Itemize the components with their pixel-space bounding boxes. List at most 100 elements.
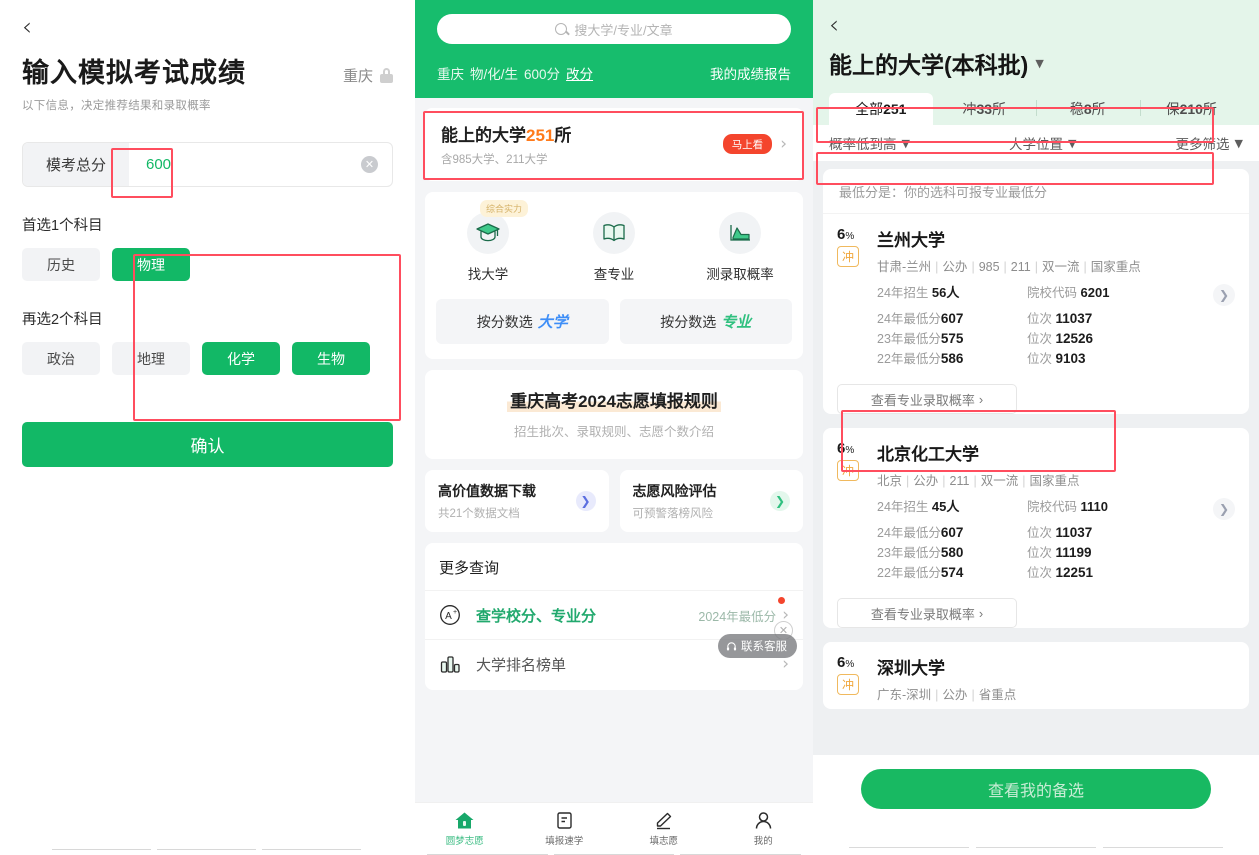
subject-chip-biology[interactable]: 生物	[292, 342, 370, 375]
application-rules-card[interactable]: 重庆高考2024志愿填报规则 招生批次、录取规则、志愿个数介绍	[425, 370, 803, 459]
university-card[interactable]: 6% 冲 深圳大学 广东-深圳|公办|省重点	[823, 642, 1249, 709]
filter-more[interactable]: 更多筛选▼	[1176, 133, 1243, 153]
change-score-link[interactable]: 改分	[566, 63, 593, 83]
score-pick-row: 按分数选 大学 按分数选 专业	[425, 299, 803, 359]
eligible-universities-card[interactable]: 能上的大学251所 含985大学、211大学 马上看 ›	[425, 108, 803, 181]
region-indicator[interactable]: 重庆	[343, 65, 393, 90]
tab-count: 251	[883, 101, 906, 117]
category-tag: 冲	[837, 674, 859, 695]
eligible-card-title: 能上的大学251所	[441, 121, 571, 146]
headset-icon	[726, 641, 737, 652]
tab-profile[interactable]: 我的	[714, 803, 814, 855]
chart-line-icon	[719, 212, 761, 254]
page-title[interactable]: 能上的大学(本科批) ▼	[829, 46, 1243, 80]
clear-circle-icon[interactable]: ✕	[361, 156, 378, 173]
summary-score: 600分	[524, 63, 560, 83]
bottom-tab-bar: 圆梦志愿 填报速学 填志愿 我的	[415, 802, 813, 855]
score-line: 24年最低分607位次 11037	[877, 523, 1235, 543]
tab-home[interactable]: 圆梦志愿	[415, 803, 515, 855]
university-score-history: 24年最低分607位次 11037 23年最低分580位次 11199 22年最…	[877, 523, 1235, 583]
tab-label: 填报速学	[545, 833, 583, 847]
score-line: 23年最低分580位次 11199	[877, 543, 1235, 563]
tab-count: 210	[1180, 101, 1203, 117]
eligible-card-text: 能上的大学251所 含985大学、211大学	[441, 121, 571, 167]
chevron-right-icon[interactable]: ❯	[1213, 498, 1235, 520]
contact-support-button[interactable]: 联系客服	[718, 634, 797, 658]
chevron-right-icon[interactable]: ❯	[576, 491, 596, 511]
filter-probability-sort[interactable]: 概率低到高▼	[829, 133, 910, 153]
subject-chip-chemistry[interactable]: 化学	[202, 342, 280, 375]
search-input[interactable]: 搜大学/专业/文章	[437, 14, 791, 44]
page-title: 输入模拟考试成绩	[22, 51, 246, 90]
pick-major-by-score[interactable]: 按分数选 专业	[620, 299, 793, 344]
score-clear-wrap[interactable]: ✕	[361, 143, 392, 186]
chevron-left-icon[interactable]: ‹	[22, 14, 44, 39]
tab-label: 我的	[754, 833, 773, 847]
chevron-right-icon[interactable]: ›	[780, 134, 787, 154]
svg-text:A: A	[445, 611, 452, 622]
filter-location[interactable]: 大学位置▼	[1009, 133, 1076, 153]
subject-chip-physics[interactable]: 物理	[112, 248, 190, 281]
tab-all[interactable]: 全部251	[829, 93, 933, 125]
my-report-link[interactable]: 我的成绩报告	[710, 63, 791, 83]
quick-entry-find-university[interactable]: 综合实力 找大学	[425, 212, 551, 283]
score-summary: 重庆 物/化/生 600分 改分	[437, 63, 593, 83]
chevron-left-icon[interactable]: ‹	[829, 12, 851, 37]
tab-stable[interactable]: 稳8所	[1036, 93, 1140, 125]
score-line: 24年最低分607位次 11037	[877, 309, 1235, 329]
chevron-right-icon[interactable]: ❯	[770, 491, 790, 511]
quick-entry-label: 查专业	[594, 263, 635, 283]
home-header: 搜大学/专业/文章 重庆 物/化/生 600分 改分 我的成绩报告	[415, 0, 813, 98]
caret-down-icon[interactable]: ▼	[1035, 57, 1043, 70]
university-card[interactable]: 6% 冲 北京化工大学 北京|公办|211|双一流|国家重点 24年招生 45人…	[823, 428, 1249, 628]
university-list[interactable]: 最低分是：你的选科可报专业最低分 6% 冲 兰州大学 甘肃-兰州|公办|985|…	[813, 161, 1259, 709]
search-placeholder: 搜大学/专业/文章	[574, 20, 672, 39]
university-name: 深圳大学	[877, 654, 1235, 679]
tab-fill-application[interactable]: 填志愿	[614, 803, 714, 855]
view-major-probability-button[interactable]: 查看专业录取概率›	[837, 384, 1017, 414]
subject-chip-history[interactable]: 历史	[22, 248, 100, 281]
more-item-university-ranking[interactable]: 大学排名榜单 › 联系客服	[425, 639, 803, 688]
view-my-shortlist-button[interactable]: 查看我的备选	[861, 769, 1211, 809]
quick-entry-find-major[interactable]: 查专业	[551, 212, 677, 283]
pick-highlight: 专业	[721, 311, 751, 332]
probability-value: 6%	[837, 226, 877, 243]
score-input-panel: ‹ 输入模拟考试成绩 重庆 以下信息，决定推荐结果和录取概率 模考总分 600 …	[0, 0, 415, 855]
risk-assessment-card[interactable]: 志愿风险评估 可预警落榜风险 ❯	[620, 470, 804, 532]
data-download-card[interactable]: 高价值数据下载 共21个数据文档 ❯	[425, 470, 609, 532]
data-download-title: 高价值数据下载	[438, 481, 536, 501]
more-item-label: 查学校分、专业分	[476, 605, 698, 626]
tab-divider	[1036, 100, 1037, 116]
confirm-button[interactable]: 确认	[22, 422, 393, 467]
tab-safety[interactable]: 保210所	[1140, 93, 1244, 125]
button-label: 查看专业录取概率	[871, 604, 975, 623]
risk-sub: 可预警落榜风险	[633, 505, 717, 521]
tab-reach[interactable]: 冲33所	[933, 93, 1037, 125]
university-enroll-row: 24年招生 56人 院校代码 6201	[877, 282, 1235, 301]
quick-entry-label: 找大学	[468, 263, 509, 283]
tab-quick-learn[interactable]: 填报速学	[515, 803, 615, 855]
more-item-school-major-scores[interactable]: A+ 查学校分、专业分 2024年最低分 › ✕	[425, 590, 803, 639]
university-probability-block: 6% 冲	[837, 226, 877, 369]
tab-unit: 所	[992, 99, 1006, 119]
rules-subtitle: 招生批次、录取规则、志愿个数介绍	[425, 421, 803, 440]
code-cell: 院校代码 1110	[1027, 496, 1108, 515]
subject-chip-politics[interactable]: 政治	[22, 342, 100, 375]
risk-title: 志愿风险评估	[633, 481, 717, 501]
pick-label: 按分数选	[660, 312, 716, 332]
quick-entry-label: 测录取概率	[706, 263, 774, 283]
university-card[interactable]: 最低分是：你的选科可报专业最低分 6% 冲 兰州大学 甘肃-兰州|公办|985|…	[823, 169, 1249, 414]
pick-label: 按分数选	[477, 312, 533, 332]
pick-university-by-score[interactable]: 按分数选 大学	[436, 299, 609, 344]
university-score-history: 24年最低分607位次 11037 23年最低分575位次 12526 22年最…	[877, 309, 1235, 369]
score-input[interactable]: 600	[129, 143, 361, 186]
chevron-right-icon[interactable]: ❯	[1213, 284, 1235, 306]
quick-entry-probability[interactable]: 测录取概率	[677, 212, 803, 283]
summary-region: 重庆	[437, 63, 464, 83]
filter-label: 大学位置	[1009, 133, 1063, 153]
more-queries-title: 更多查询	[425, 557, 803, 590]
view-major-probability-button[interactable]: 查看专业录取概率›	[837, 598, 1017, 628]
subject-chip-geography[interactable]: 地理	[112, 342, 190, 375]
category-tag: 冲	[837, 460, 859, 481]
summary-subjects: 物/化/生	[470, 63, 518, 83]
